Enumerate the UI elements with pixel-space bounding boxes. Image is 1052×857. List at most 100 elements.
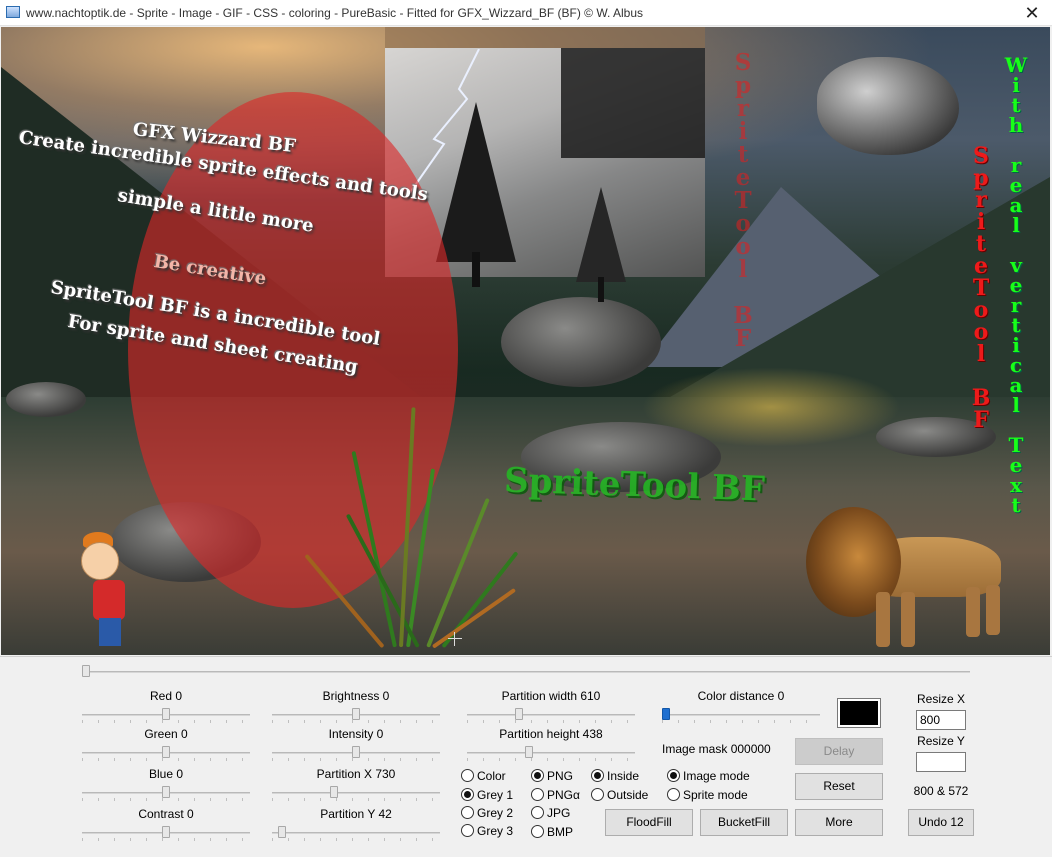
close-button[interactable]: ✕ — [1012, 0, 1052, 26]
resize-y-input[interactable] — [916, 752, 966, 772]
intensity-slider[interactable] — [272, 746, 440, 761]
vertical-text-faint: SpriteTool BF — [723, 51, 763, 350]
blue-slider[interactable] — [82, 786, 250, 801]
vertical_green-char: i — [1012, 333, 1020, 357]
delay-button[interactable]: Delay — [795, 738, 883, 765]
radio-png[interactable]: PNG — [531, 768, 591, 784]
radio-grey-2[interactable]: Grey 2 — [461, 805, 531, 821]
red-slider[interactable] — [82, 708, 250, 723]
vertical_red-char: o — [973, 319, 989, 345]
vertical_faint-char: o — [735, 233, 751, 260]
vertical_green-char: x — [1010, 473, 1022, 497]
image-canvas[interactable]: GFX Wizzard BF Create incredible sprite … — [1, 27, 1050, 655]
red-label: Red 0 — [149, 689, 183, 703]
vertical_green-char: l — [1012, 213, 1020, 237]
vertical_green-char — [1001, 135, 1031, 155]
vertical_faint-char: S — [734, 49, 752, 76]
brightness-slider[interactable] — [272, 708, 440, 723]
partition-width-label: Partition width 610 — [501, 689, 601, 703]
vertical_faint-char: o — [735, 210, 751, 237]
vertical_faint-char: i — [738, 118, 748, 145]
partition-height-slider[interactable] — [467, 746, 635, 761]
vertical_red-char: t — [975, 231, 987, 257]
lion-sprite — [806, 507, 1036, 652]
vertical_green-char: t — [1011, 313, 1021, 337]
vertical_faint-char: e — [735, 164, 751, 191]
rock-left — [6, 382, 86, 417]
reset-button[interactable]: Reset — [795, 773, 883, 800]
crosshair-cursor — [448, 632, 462, 646]
undo-button[interactable]: Undo 12 — [908, 809, 974, 836]
vertical_red-char: l — [976, 341, 986, 367]
radio-jpg[interactable]: JPG — [531, 805, 591, 821]
color-swatch[interactable] — [837, 698, 881, 728]
radio-inside[interactable]: Inside — [591, 768, 656, 784]
vertical_red-char: o — [973, 297, 989, 323]
title-bar: www.nachtoptik.de - Sprite - Image - GIF… — [0, 0, 1052, 26]
vertical_green-char: W — [1004, 53, 1028, 77]
resize-x-label: Resize X — [916, 692, 966, 706]
vertical_faint-char: r — [736, 95, 750, 122]
color-distance-label: Color distance 0 — [697, 689, 785, 703]
vertical_faint-char: l — [738, 256, 748, 283]
vertical_green-char: e — [1009, 453, 1023, 477]
vertical_green-char — [1001, 235, 1031, 255]
vertical-text-green: With real vertical Text — [1001, 55, 1031, 515]
radio-png-alpha[interactable]: PNGα — [531, 787, 591, 803]
top-slider[interactable] — [82, 665, 970, 679]
vertical_faint-char: F — [734, 325, 752, 352]
partition-x-label: Partition X 730 — [316, 767, 396, 781]
image-mask-label: Image mask 000000 — [662, 742, 771, 756]
bucketfill-button[interactable]: BucketFill — [700, 809, 788, 836]
partition-y-slider[interactable] — [272, 826, 440, 841]
blue-label: Blue 0 — [148, 767, 184, 781]
intensity-label: Intensity 0 — [328, 727, 384, 741]
contrast-slider[interactable] — [82, 826, 250, 841]
brightness-label: Brightness 0 — [322, 689, 390, 703]
vertical_green-char: t — [1011, 93, 1021, 117]
green-label: Green 0 — [144, 727, 188, 741]
vertical_green-char: l — [1012, 393, 1020, 417]
app-icon — [6, 6, 20, 18]
vertical_green-char — [1001, 415, 1031, 435]
vertical_green-char: e — [1009, 173, 1023, 197]
contrast-label: Contrast 0 — [138, 807, 194, 821]
vertical_green-char: c — [1009, 353, 1023, 377]
color-distance-slider[interactable] — [662, 708, 820, 723]
vertical_red-char — [966, 365, 996, 387]
vertical_green-char: a — [1009, 373, 1023, 397]
boy-sprite — [63, 532, 133, 652]
partition-height-label: Partition height 438 — [499, 727, 603, 741]
vertical-text-red: SpriteTool BF — [966, 145, 996, 431]
meteor-sprite — [817, 57, 959, 155]
radio-bmp[interactable]: BMP — [531, 824, 591, 840]
partition-x-slider[interactable] — [272, 786, 440, 801]
partition-width-slider[interactable] — [467, 708, 635, 723]
resize-x-input[interactable] — [916, 710, 966, 730]
vertical_red-char: r — [975, 187, 987, 213]
vertical_red-char: i — [976, 209, 986, 235]
vertical_faint-char: t — [737, 141, 749, 168]
resize-y-label: Resize Y — [917, 734, 965, 748]
radio-image-mode[interactable]: Image mode — [667, 768, 757, 784]
vertical_green-char: T — [1008, 433, 1024, 457]
size-readout: 800 & 572 — [913, 784, 969, 798]
vertical_faint-char: T — [734, 187, 752, 214]
vertical_green-char: r — [1010, 293, 1022, 317]
vertical_red-char: T — [972, 275, 990, 301]
tree-small — [576, 187, 626, 302]
window-title: www.nachtoptik.de - Sprite - Image - GIF… — [26, 6, 644, 20]
vertical_red-char: F — [973, 407, 989, 433]
radio-grey-1[interactable]: Grey 1 — [461, 787, 531, 803]
floodfill-button[interactable]: FloodFill — [605, 809, 693, 836]
vertical_red-char: B — [971, 385, 991, 411]
radio-color[interactable]: Color — [461, 768, 531, 784]
vertical_red-char: e — [974, 253, 988, 279]
vertical_faint-char: B — [733, 302, 753, 329]
more-button[interactable]: More — [795, 809, 883, 836]
radio-grey-3[interactable]: Grey 3 — [461, 823, 531, 839]
radio-outside[interactable]: Outside — [591, 787, 656, 803]
green-slider[interactable] — [82, 746, 250, 761]
vertical_green-char: v — [1010, 253, 1022, 277]
radio-sprite-mode[interactable]: Sprite mode — [667, 787, 757, 803]
